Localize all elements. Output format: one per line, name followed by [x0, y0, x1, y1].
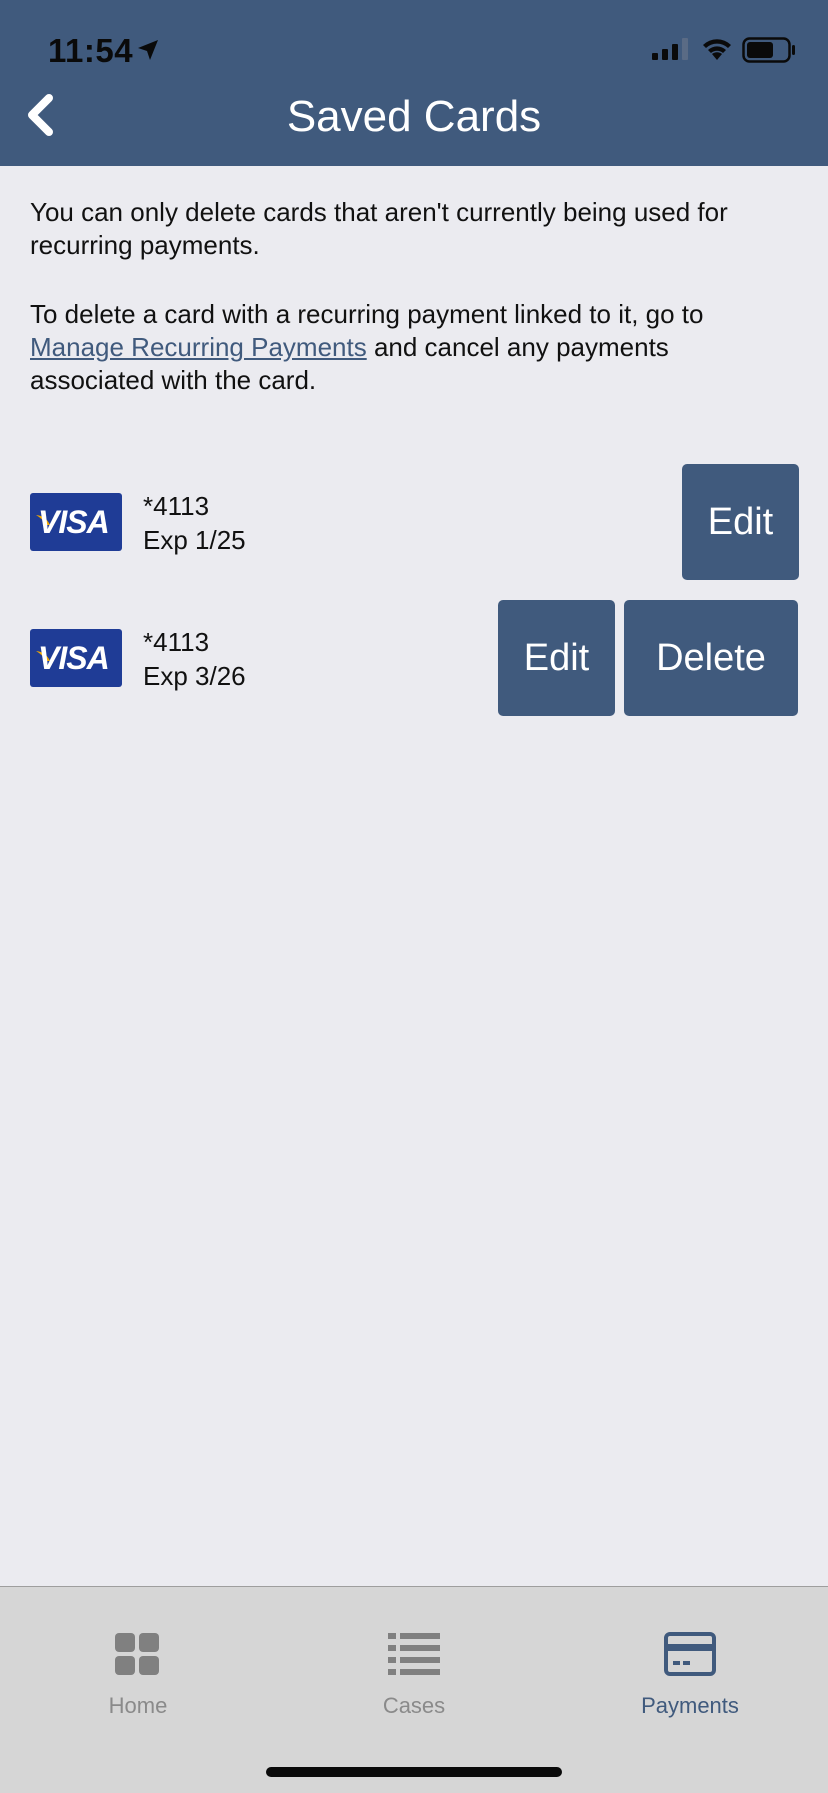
manage-recurring-payments-link[interactable]: Manage Recurring Payments [30, 332, 367, 362]
visa-logo: VISA [30, 493, 122, 551]
cellular-signal-icon [652, 38, 688, 60]
tab-label: Payments [641, 1693, 739, 1718]
info-text-before-link: To delete a card with a recurring paymen… [30, 299, 704, 329]
list-icon [388, 1633, 440, 1675]
tab-home[interactable]: Home [0, 1587, 276, 1727]
info-section: You can only delete cards that aren't cu… [30, 196, 800, 397]
location-arrow-icon [138, 40, 158, 60]
card-brand: VISA [38, 504, 110, 540]
delete-card-button[interactable]: Delete [624, 600, 798, 716]
wifi-icon [703, 39, 731, 60]
nav-header: 11:54 Saved Cards [0, 0, 828, 166]
saved-card-row: VISA *4113 Exp 3/26 Edit Delete [30, 600, 798, 716]
edit-card-button[interactable]: Edit [682, 464, 799, 580]
grid-icon [115, 1633, 159, 1675]
card-expiry: Exp 3/26 [143, 661, 246, 691]
edit-card-button[interactable]: Edit [498, 600, 615, 716]
tab-payments[interactable]: Payments [552, 1587, 828, 1727]
saved-card-row: VISA *4113 Exp 1/25 Edit [30, 464, 799, 580]
tab-label: Cases [382, 1693, 446, 1718]
info-paragraph-recurring: To delete a card with a recurring paymen… [30, 298, 800, 397]
battery-icon [742, 37, 795, 63]
card-brand: VISA [38, 640, 110, 676]
visa-logo: VISA [30, 629, 122, 687]
card-expiry: Exp 1/25 [143, 525, 246, 555]
home-indicator [266, 1767, 562, 1777]
page-title: Saved Cards [286, 92, 542, 141]
status-time: 11:54 [48, 32, 134, 69]
tab-bar: Home Cases Payments [0, 1586, 828, 1793]
card-number: *4113 [143, 627, 210, 657]
card-number: *4113 [143, 491, 210, 521]
info-paragraph-delete-rule: You can only delete cards that aren't cu… [30, 197, 728, 260]
credit-card-icon [664, 1632, 716, 1676]
tab-label: Home [108, 1693, 168, 1718]
tab-cases[interactable]: Cases [276, 1587, 552, 1727]
